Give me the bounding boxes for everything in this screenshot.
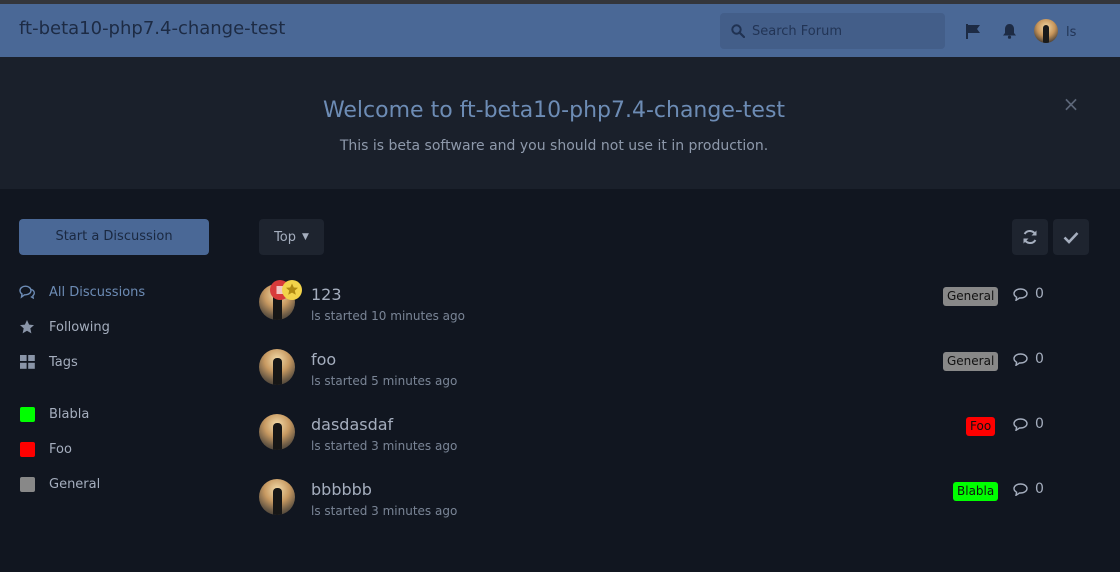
grid-icon: [19, 354, 35, 370]
reply-count-value: 0: [1035, 481, 1044, 497]
author-avatar[interactable]: [259, 414, 295, 450]
discussion-title[interactable]: foo: [311, 350, 336, 369]
flag-icon[interactable]: [965, 23, 981, 39]
author-avatar[interactable]: [259, 349, 295, 385]
start-discussion-button[interactable]: Start a Discussion: [19, 219, 209, 255]
discussion-tag[interactable]: Foo: [966, 417, 996, 436]
featured-badge-icon: [282, 280, 302, 300]
discussion-meta: ls started 3 minutes ago: [311, 439, 458, 453]
discussion-tag[interactable]: General: [943, 287, 999, 306]
reply-count-value: 0: [1035, 286, 1044, 302]
sidebar-item-label: Following: [49, 319, 110, 335]
sort-label: Top: [274, 229, 296, 245]
tag-color-swatch: [19, 441, 35, 457]
discussion-meta: ls started 3 minutes ago: [311, 504, 458, 518]
sidebar-tag-foo[interactable]: Foo: [19, 439, 72, 459]
comment-icon: [1013, 482, 1028, 496]
refresh-button[interactable]: [1012, 219, 1048, 255]
discussion-tag[interactable]: General: [943, 352, 999, 371]
welcome-hero: Welcome to ft-beta10-php7.4-change-test …: [0, 57, 1120, 189]
discussion-list-item[interactable]: bbbbbb ls started 3 minutes ago Blabla 0: [259, 477, 1059, 527]
tag-color-swatch: [19, 476, 35, 492]
search-icon: [731, 24, 745, 38]
discussion-title[interactable]: 123: [311, 285, 342, 304]
author-avatar[interactable]: [259, 479, 295, 515]
user-avatar[interactable]: [1034, 19, 1058, 43]
comment-icon: [1013, 417, 1028, 431]
discussion-list-item[interactable]: foo ls started 5 minutes ago General 0: [259, 347, 1059, 397]
discussion-meta: ls started 5 minutes ago: [311, 374, 458, 388]
search-input[interactable]: [752, 13, 937, 49]
discussion-list-item[interactable]: dasdasdaf ls started 3 minutes ago Foo 0: [259, 412, 1059, 462]
reply-count: 0: [1013, 416, 1044, 432]
sidebar-item-label: General: [49, 476, 101, 492]
discussion-title[interactable]: bbbbbb: [311, 480, 372, 499]
comment-icon: [1013, 287, 1028, 301]
discussion-title[interactable]: dasdasdaf: [311, 415, 393, 434]
search-box[interactable]: [720, 13, 945, 49]
refresh-icon: [1023, 229, 1037, 245]
mark-all-read-button[interactable]: [1053, 219, 1089, 255]
reply-count: 0: [1013, 481, 1044, 497]
bell-icon[interactable]: [1002, 23, 1017, 39]
reply-count: 0: [1013, 286, 1044, 302]
tag-color-swatch: [19, 406, 35, 422]
sidebar-item-tags[interactable]: Tags: [19, 352, 78, 372]
sidebar-item-label: Blabla: [49, 406, 90, 422]
discussion-tag[interactable]: Blabla: [953, 482, 999, 501]
sidebar-item-following[interactable]: Following: [19, 317, 110, 337]
caret-down-icon: ▼: [302, 232, 309, 242]
check-icon: [1063, 231, 1079, 244]
site-header: ft-beta10-php7.4-change-test ls: [0, 0, 1120, 57]
hero-subtitle: This is beta software and you should not…: [339, 138, 769, 154]
close-icon[interactable]: ×: [1062, 94, 1080, 114]
comment-icon: [1013, 352, 1028, 366]
discussion-meta: ls started 10 minutes ago: [311, 309, 465, 323]
hero-title: Welcome to ft-beta10-php7.4-change-test: [322, 98, 786, 123]
reply-count-value: 0: [1035, 351, 1044, 367]
reply-count: 0: [1013, 351, 1044, 367]
star-icon: [19, 319, 35, 335]
sidebar-item-all-discussions[interactable]: All Discussions: [19, 282, 145, 302]
site-title[interactable]: ft-beta10-php7.4-change-test: [19, 18, 285, 39]
sidebar-item-label: Tags: [49, 354, 78, 370]
comments-icon: [19, 284, 35, 300]
reply-count-value: 0: [1035, 416, 1044, 432]
sidebar-item-label: Foo: [49, 441, 72, 457]
discussion-list-item[interactable]: 123 ls started 10 minutes ago General 0: [259, 280, 1059, 332]
user-name[interactable]: ls: [1066, 25, 1076, 40]
sidebar-tag-general[interactable]: General: [19, 474, 100, 494]
sidebar-tag-blabla[interactable]: Blabla: [19, 404, 89, 424]
sidebar-item-label: All Discussions: [49, 284, 146, 300]
sort-dropdown[interactable]: Top ▼: [259, 219, 324, 255]
